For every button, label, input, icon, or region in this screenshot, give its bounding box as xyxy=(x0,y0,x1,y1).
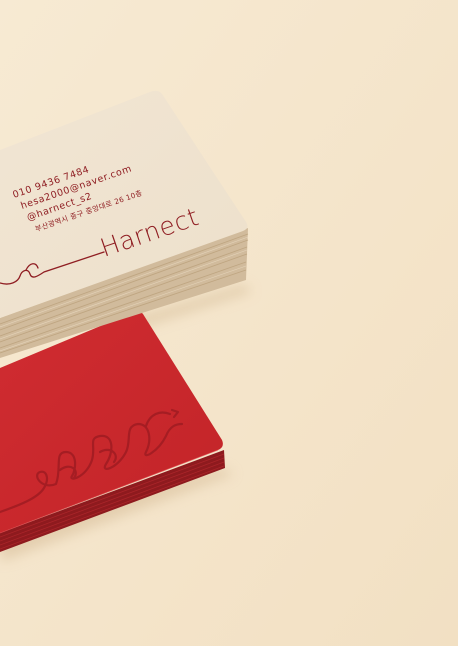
mockup-scene: 010 9436 7484 hesa2000@naver.com @harnec… xyxy=(0,0,458,646)
